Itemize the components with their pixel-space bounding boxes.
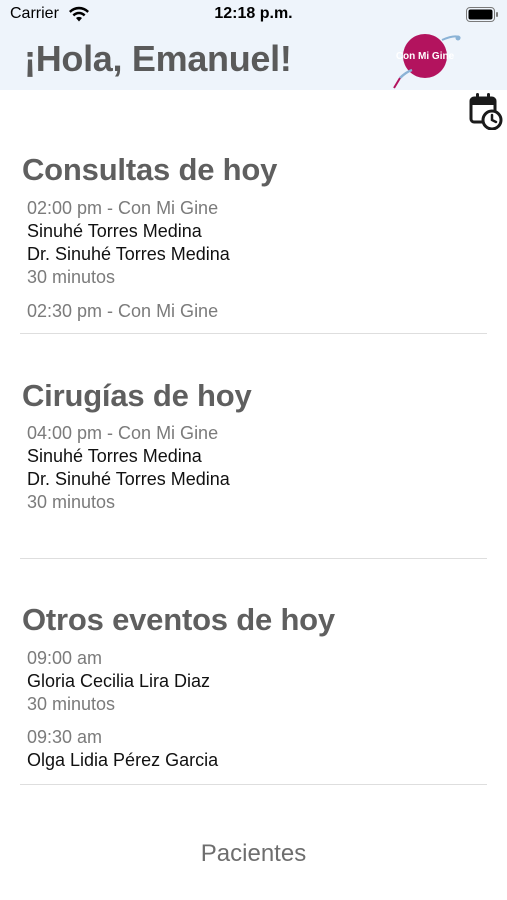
event-item[interactable]: 09:30 am Olga Lidia Pérez Garcia [27,726,482,772]
event-time: 09:00 am [27,648,103,668]
section-title: Consultas de hoy [22,152,278,187]
event-patient: Sinuhé Torres Medina [27,221,202,241]
event-time: 09:30 am [27,727,103,747]
battery-icon [466,7,498,22]
section-cirugias: Cirugías de hoy 04:00 pm - Con Mi Gine S… [22,378,486,512]
section-title: Otros eventos de hoy [22,602,335,637]
greeting-title: ¡Hola, Emanuel! [24,38,292,79]
section-divider [20,333,487,334]
section-consultas: Consultas de hoy 02:00 pm - Con Mi Gine … [22,152,486,321]
event-time: 04:00 pm - Con Mi Gine [27,423,219,443]
event-item[interactable]: 02:00 pm - Con Mi Gine Sinuhé Torres Med… [27,197,482,289]
event-patient: Gloria Cecilia Lira Diaz [27,671,211,691]
section-divider [20,558,487,559]
status-bar: Carrier 12:18 p.m. [0,0,507,30]
logo-text: Con Mi Gine [396,51,455,62]
calendar-clock-icon[interactable] [469,92,503,130]
event-time: 02:00 pm - Con Mi Gine [27,198,219,218]
event-doctor: Dr. Sinuhé Torres Medina [27,244,230,264]
section-divider [20,784,487,785]
event-time: 02:30 pm - Con Mi Gine [27,301,219,321]
event-item[interactable]: 09:00 am Gloria Cecilia Lira Diaz 30 min… [27,647,482,716]
event-duration: 30 minutos [27,267,116,287]
event-item[interactable]: 04:00 pm - Con Mi Gine Sinuhé Torres Med… [27,422,482,514]
event-item[interactable]: 02:30 pm - Con Mi Gine [27,300,482,323]
status-time: 12:18 p.m. [214,5,293,22]
event-patient: Sinuhé Torres Medina [27,446,202,466]
event-duration: 30 minutos [27,492,116,512]
section-title: Cirugías de hoy [22,378,252,413]
app-logo: Con Mi Gine [393,34,461,89]
event-patient: Olga Lidia Pérez Garcia [27,750,219,770]
event-duration: 30 minutos [27,694,116,714]
event-doctor: Dr. Sinuhé Torres Medina [27,469,230,489]
section-otros-eventos: Otros eventos de hoy 09:00 am Gloria Cec… [22,602,486,770]
pacientes-link[interactable]: Pacientes [0,840,507,868]
